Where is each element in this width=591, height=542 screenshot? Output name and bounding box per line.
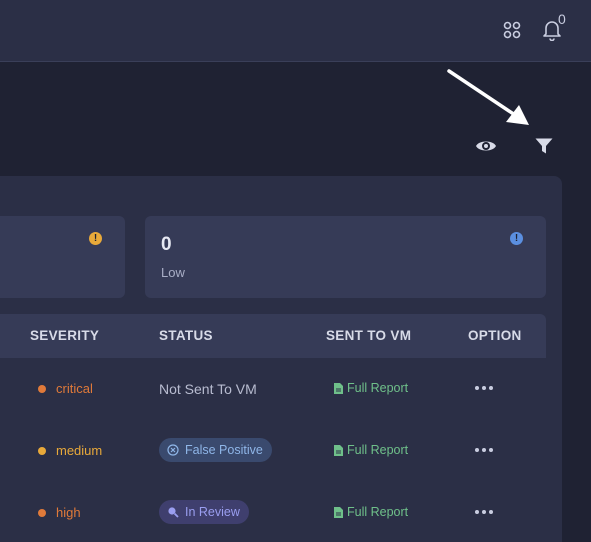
info-icon: ! [510,232,523,245]
report-file-icon [334,382,343,394]
severity-dot [38,509,46,517]
more-options-icon[interactable] [475,510,493,514]
status-label: False Positive [185,443,263,457]
more-options-icon[interactable] [475,448,493,452]
column-severity[interactable]: SEVERITY [30,328,99,343]
severity-label: high [56,505,81,520]
summary-card-low: 0 Low [145,216,546,298]
eye-icon[interactable] [473,133,499,159]
status-badge-in-review: In Review [159,500,249,524]
more-options-icon[interactable] [475,386,493,390]
full-report-link[interactable]: Full Report [334,381,408,395]
card-label: Low [161,265,185,280]
table-row: high In Review Full Report [0,482,546,542]
full-report-link[interactable]: Full Report [334,505,408,519]
column-sent-to-vm[interactable]: SENT TO VM [326,328,411,343]
summary-card [0,216,125,298]
column-option: OPTION [468,328,522,343]
x-circle-icon [167,444,179,456]
card-value: 0 [161,234,172,255]
warning-icon: ! [89,232,102,245]
report-file-icon [334,444,343,456]
notification-count: 0 [558,11,566,27]
column-status[interactable]: STATUS [159,328,213,343]
full-report-link[interactable]: Full Report [334,443,408,457]
full-report-label: Full Report [347,505,409,519]
filter-icon[interactable] [532,134,556,158]
apps-grid-icon[interactable] [500,18,524,42]
status-label: Not Sent To VM [159,381,257,397]
status-label: In Review [185,505,240,519]
report-file-icon [334,506,343,518]
table-row: critical Not Sent To VM Full Report [0,358,546,418]
table-row: medium False Positive Full Report [0,420,546,480]
table-header: SEVERITY STATUS SENT TO VM OPTION [0,314,546,358]
annotation-arrow [447,69,529,125]
severity-dot [38,447,46,455]
severity-label: medium [56,443,103,458]
full-report-label: Full Report [347,443,409,457]
full-report-label: Full Report [347,381,409,395]
status-badge-false-positive: False Positive [159,438,272,462]
search-icon [168,507,179,518]
severity-dot [38,385,46,393]
severity-label: critical [56,381,93,396]
